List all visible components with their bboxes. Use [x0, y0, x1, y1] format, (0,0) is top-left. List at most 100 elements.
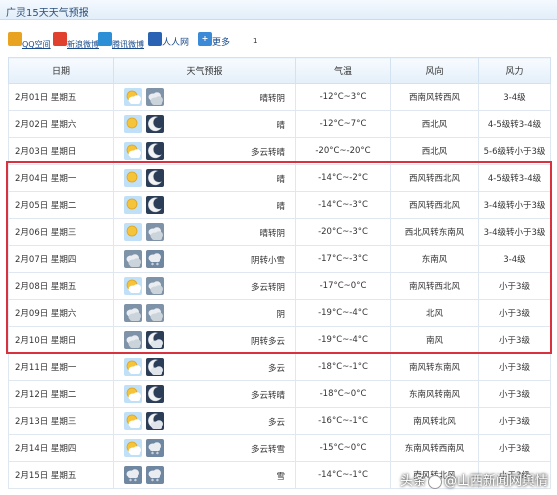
table-row: 2月12日 星期二 多云转晴 -18°C~0°C 东南风转南风 小于3级 [8, 380, 551, 408]
cloud-icon [124, 304, 142, 322]
row-weather-desc: 雪 [276, 472, 285, 482]
cloud-icon [146, 88, 164, 106]
header-forecast: 天气预报 [113, 57, 296, 84]
svg-text:* *: * * [129, 478, 137, 484]
share-count: 1 [253, 37, 258, 45]
cloud-icon [124, 331, 142, 349]
window-titlebar: 广灵15天天气预报 [0, 0, 557, 20]
row-date: 2月12日 星期二 [8, 380, 114, 408]
row-wind-force: 小于3级 [478, 353, 551, 381]
sun-icon [124, 196, 142, 214]
row-wind-force: 小于3级 [478, 299, 551, 327]
row-wind-force: 小于3级 [478, 326, 551, 354]
sun-cloud-icon [124, 142, 142, 160]
moon-icon [146, 385, 164, 403]
row-weather-desc: 多云转雪 [250, 445, 285, 455]
row-wind-direction: 北风 [390, 299, 479, 327]
row-weather-desc: 多云转阴 [250, 283, 285, 293]
row-temperature: -20°C~-3°C [295, 218, 391, 246]
row-date: 2月13日 星期三 [8, 407, 114, 435]
renren-icon [148, 32, 162, 46]
row-date: 2月06日 星期三 [8, 218, 114, 246]
snow-icon: * * [124, 466, 142, 485]
snow-icon: * * [146, 466, 164, 485]
row-wind-force: 小于3级 [478, 380, 551, 408]
row-weather-desc: 多云 [267, 418, 285, 428]
row-wind-force: 3-4级 [478, 83, 551, 111]
row-date: 2月01日 星期五 [8, 83, 114, 111]
row-forecast: 晴转阴 [113, 83, 296, 111]
qzone-icon [8, 32, 22, 46]
cloud-icon [146, 223, 164, 241]
weibo-icon [53, 32, 67, 46]
row-wind-force: 3-4级转小于3级 [478, 218, 551, 246]
row-temperature: -19°C~-4°C [295, 326, 391, 354]
row-date: 2月14日 星期四 [8, 434, 114, 462]
table-row: 2月01日 星期五 晴转阴 -12°C~3°C 西南风转西风 3-4级 [8, 83, 551, 111]
row-wind-direction: 西风转西北风 [390, 191, 479, 219]
row-forecast: 阴 [113, 299, 296, 327]
row-forecast: 多云转晴 [113, 380, 296, 408]
row-temperature: -12°C~7°C [295, 110, 391, 138]
table-row: 2月02日 星期六 晴 -12°C~7°C 西北风 4-5级转3-4级 [8, 110, 551, 138]
row-forecast: * * 多云转雪 [113, 434, 296, 462]
share-toolbar: QQ空间 新浪微博 腾讯微博 人人网 + 更多 1 [8, 30, 308, 52]
row-wind-direction: 西北风转东南风 [390, 218, 479, 246]
row-temperature: -16°C~-1°C [295, 407, 391, 435]
sun-icon [124, 115, 142, 133]
row-forecast: 多云转阴 [113, 272, 296, 300]
row-temperature: -20°C~-20°C [295, 137, 391, 165]
row-forecast: 晴 [113, 164, 296, 192]
table-row: 2月03日 星期日 多云转晴 -20°C~-20°C 西北风 5-6级转小于3级 [8, 137, 551, 165]
row-date: 2月07日 星期四 [8, 245, 114, 273]
row-weather-desc: 晴 [276, 121, 285, 131]
row-wind-force: 3-4级 [478, 245, 551, 273]
moon-cloud-icon [146, 358, 164, 376]
sun-icon [124, 223, 142, 241]
row-wind-force: 4-5级转3-4级 [478, 110, 551, 138]
moon-cloud-icon [146, 412, 164, 430]
row-temperature: -19°C~-4°C [295, 299, 391, 327]
cloud-icon [146, 277, 164, 295]
header-wind-force: 风力 [478, 57, 551, 84]
row-wind-direction: 南风转北风 [390, 407, 479, 435]
row-forecast: * * * * 雪 [113, 461, 296, 489]
header-temperature: 气温 [295, 57, 391, 84]
watermark: 头条 @山西新闻网舆情 [400, 470, 548, 489]
row-weather-desc: 多云转晴 [250, 148, 285, 158]
row-weather-desc: 晴转阴 [259, 94, 285, 104]
window-title: 广灵15天天气预报 [6, 8, 89, 19]
share-label: 腾讯微博 [112, 40, 144, 49]
row-wind-force: 小于3级 [478, 407, 551, 435]
watermark-handle: @山西新闻网舆情 [444, 474, 549, 489]
row-temperature: -18°C~-1°C [295, 353, 391, 381]
row-wind-direction: 西北风 [390, 110, 479, 138]
header-date: 日期 [8, 57, 114, 84]
sun-cloud-icon [124, 385, 142, 403]
snow-icon: * * [146, 250, 164, 269]
row-wind-force: 5-6级转小于3级 [478, 137, 551, 165]
svg-text:* *: * * [151, 262, 159, 268]
sun-cloud-icon [124, 88, 142, 106]
row-wind-force: 小于3级 [478, 272, 551, 300]
row-wind-direction: 东南风转南风 [390, 380, 479, 408]
table-row: 2月14日 星期四 * * 多云转雪 -15°C~0°C 东南风转西南风 小于3级 [8, 434, 551, 462]
row-weather-desc: 阴转小雪 [250, 256, 285, 266]
cloud-icon [146, 304, 164, 322]
table-row: 2月09日 星期六 阴 -19°C~-4°C 北风 小于3级 [8, 299, 551, 327]
row-wind-force: 3-4级转小于3级 [478, 191, 551, 219]
row-weather-desc: 阴转多云 [250, 337, 285, 347]
row-temperature: -14°C~-2°C [295, 164, 391, 192]
table-row: 2月13日 星期三 多云 -16°C~-1°C 南风转北风 小于3级 [8, 407, 551, 435]
tencent-weibo-icon [98, 32, 112, 46]
row-date: 2月11日 星期一 [8, 353, 114, 381]
svg-text:* *: * * [151, 451, 159, 457]
moon-icon [146, 196, 164, 214]
row-wind-direction: 西南风转西风 [390, 83, 479, 111]
row-wind-direction: 东南风 [390, 245, 479, 273]
row-wind-direction: 西北风 [390, 137, 479, 165]
share-label: 新浪微博 [67, 40, 99, 49]
moon-icon [146, 169, 164, 187]
row-forecast: 晴 [113, 191, 296, 219]
row-forecast: 多云 [113, 353, 296, 381]
